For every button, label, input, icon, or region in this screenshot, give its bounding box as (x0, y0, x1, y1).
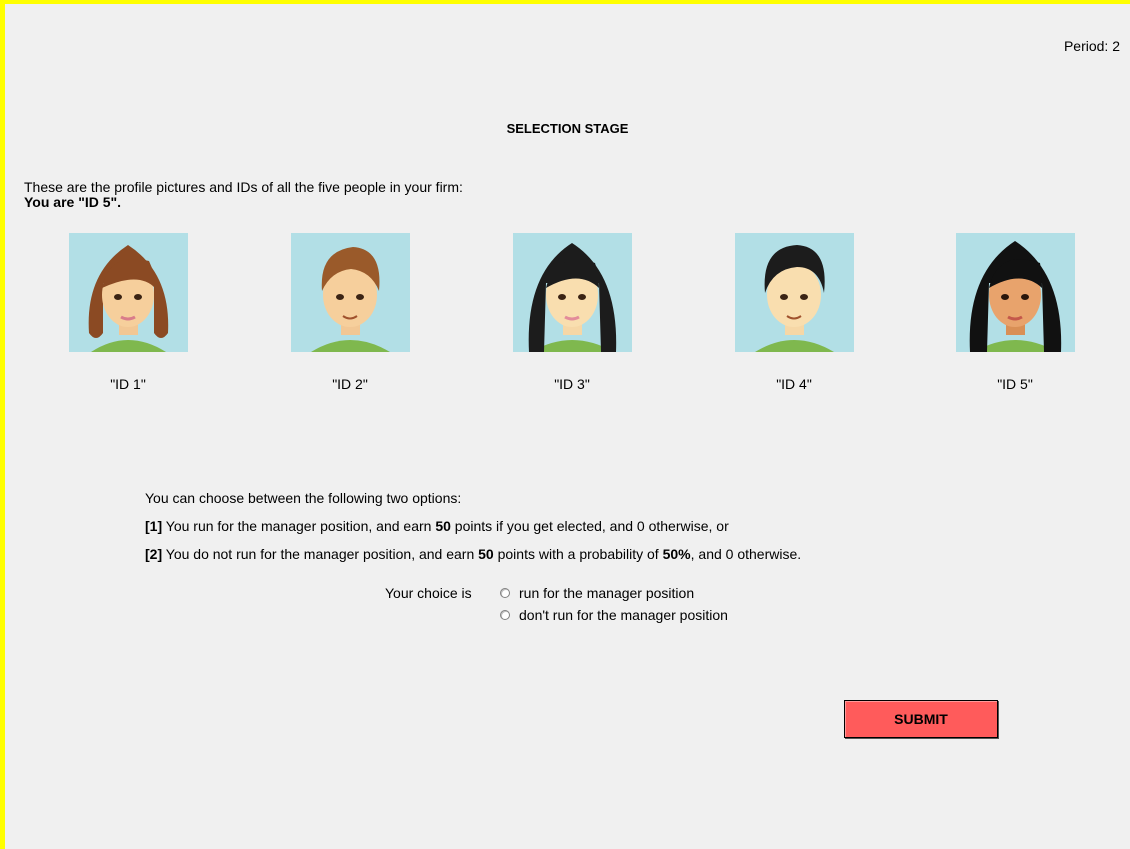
radio-dont-run[interactable]: don't run for the manager position (500, 607, 728, 623)
option-2-probability: 50% (662, 546, 691, 562)
id-label-4: "ID 4" (776, 376, 812, 392)
option-1-points: 50 (435, 518, 451, 534)
id-label-3: "ID 3" (554, 376, 590, 392)
avatar-id-3 (513, 233, 632, 352)
option-1-number: [1] (145, 518, 163, 534)
radio-run-circle[interactable] (500, 588, 510, 598)
id-label-5: "ID 5" (997, 376, 1033, 392)
radio-run-label[interactable]: run for the manager position (519, 585, 694, 601)
choice-label: Your choice is (385, 585, 472, 601)
options-description: You can choose between the following two… (145, 490, 801, 574)
stage-title: SELECTION STAGE (506, 121, 629, 136)
option-2-part-b: points with a probability of (493, 546, 663, 562)
option-1-part-a: You run for the manager position, and ea… (162, 518, 436, 534)
id-label-2: "ID 2" (332, 376, 368, 392)
option-2-points: 50 (478, 546, 494, 562)
radio-dont-run-label[interactable]: don't run for the manager position (519, 607, 728, 623)
radio-dont-run-circle[interactable] (500, 610, 510, 620)
option-2-part-c: , and 0 otherwise. (690, 546, 802, 562)
option-1-part-b: points if you get elected, and 0 otherwi… (450, 518, 729, 534)
intro-line: These are the profile pictures and IDs o… (24, 179, 463, 195)
experiment-screen: Period: 2 SELECTION STAGE These are the … (5, 4, 1130, 849)
option-2-text: [2] You do not run for the manager posit… (145, 546, 801, 562)
option-2-part-a: You do not run for the manager position,… (162, 546, 479, 562)
avatar-id-1 (69, 233, 188, 352)
period-indicator: Period: 2 (1063, 38, 1120, 54)
radio-run[interactable]: run for the manager position (500, 585, 694, 601)
option-1-text: [1] You run for the manager position, an… (145, 518, 801, 534)
id-label-1: "ID 1" (110, 376, 146, 392)
own-id-statement: You are "ID 5". (24, 194, 122, 210)
option-2-number: [2] (145, 546, 163, 562)
intro-text: These are the profile pictures and IDs o… (24, 180, 463, 210)
submit-button[interactable]: SUBMIT (844, 700, 998, 738)
avatar-id-4 (735, 233, 854, 352)
avatar-id-5 (956, 233, 1075, 352)
options-intro: You can choose between the following two… (145, 490, 462, 506)
avatar-id-2 (291, 233, 410, 352)
